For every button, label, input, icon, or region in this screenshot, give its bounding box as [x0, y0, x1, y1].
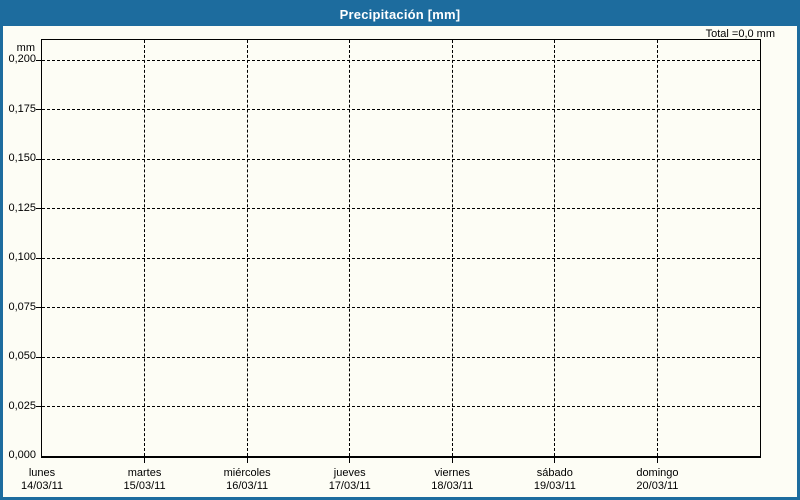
x-day-label: miércoles	[223, 467, 271, 479]
x-day-label: domingo	[636, 467, 679, 479]
x-tick-label: lunes 14/03/11	[21, 467, 63, 493]
x-tick-label: miércoles 16/03/11	[224, 467, 271, 493]
y-axis-tick	[36, 257, 41, 259]
y-tick-label: 0,075	[8, 300, 36, 313]
y-tick-label: 0,150	[8, 152, 36, 164]
x-day-label: jueves	[333, 467, 366, 479]
y-tick-label: 0,125	[8, 201, 36, 214]
h-gridline	[42, 406, 760, 407]
x-date-label: 18/03/11	[431, 480, 474, 492]
y-axis-tick	[36, 406, 41, 407]
v-gridline	[144, 40, 146, 456]
x-date-label: 20/03/11	[636, 480, 679, 492]
y-axis-tick	[36, 208, 41, 209]
x-date-label: 19/03/11	[533, 480, 576, 492]
h-gridline	[42, 59, 760, 61]
v-gridline	[451, 40, 453, 456]
y-axis-tick	[36, 109, 41, 110]
x-day-label: martes	[127, 467, 162, 479]
x-axis-tick	[246, 458, 248, 463]
x-axis-tick	[656, 458, 658, 463]
h-gridline	[42, 208, 760, 209]
h-gridline	[42, 158, 760, 160]
y-tick-label: 0,100	[8, 251, 36, 263]
x-date-label: 16/03/11	[226, 480, 269, 492]
y-tick-label: 0,050	[8, 350, 36, 362]
chart-window: Precipitación [mm] Total =0,0 mm mm 0,20…	[0, 0, 800, 500]
y-tick-label: 0,175	[8, 102, 36, 115]
x-axis-tick	[144, 458, 146, 463]
x-axis-tick	[451, 458, 453, 463]
h-gridline	[42, 307, 760, 308]
x-day-label: sábado	[536, 467, 573, 479]
x-tick-label: jueves 17/03/11	[329, 467, 371, 493]
v-gridline	[656, 40, 658, 456]
h-gridline	[42, 109, 760, 110]
h-gridline	[42, 257, 760, 259]
y-axis-tick	[36, 356, 41, 358]
y-axis-tick	[36, 307, 41, 308]
y-tick-label: 0,025	[8, 399, 36, 412]
y-axis-tick	[36, 158, 41, 160]
v-gridline	[349, 40, 351, 456]
v-gridline	[246, 40, 248, 456]
y-tick-label: 0,200	[8, 53, 36, 65]
x-tick-label: viernes 18/03/11	[431, 467, 473, 493]
x-tick-label: domingo 20/03/11	[636, 467, 678, 493]
v-gridline	[554, 40, 556, 456]
x-axis-tick	[554, 458, 556, 463]
x-tick-label: sábado 19/03/11	[534, 467, 576, 493]
x-axis-tick	[349, 458, 351, 463]
x-date-label: 17/03/11	[328, 480, 371, 492]
x-day-label: viernes	[434, 467, 471, 479]
x-date-label: 14/03/11	[20, 480, 64, 492]
plot-area	[36, 39, 761, 463]
x-day-label: lunes	[28, 467, 56, 479]
chart-region: Total =0,0 mm mm 0,200 0,175 0,150 0,125 0,1…	[3, 3, 797, 497]
x-date-label: 15/03/11	[123, 480, 166, 492]
y-axis-tick	[36, 59, 41, 61]
y-tick-label: 0,000	[8, 449, 36, 461]
h-gridline	[42, 356, 760, 358]
x-tick-label: martes 15/03/11	[124, 467, 166, 493]
